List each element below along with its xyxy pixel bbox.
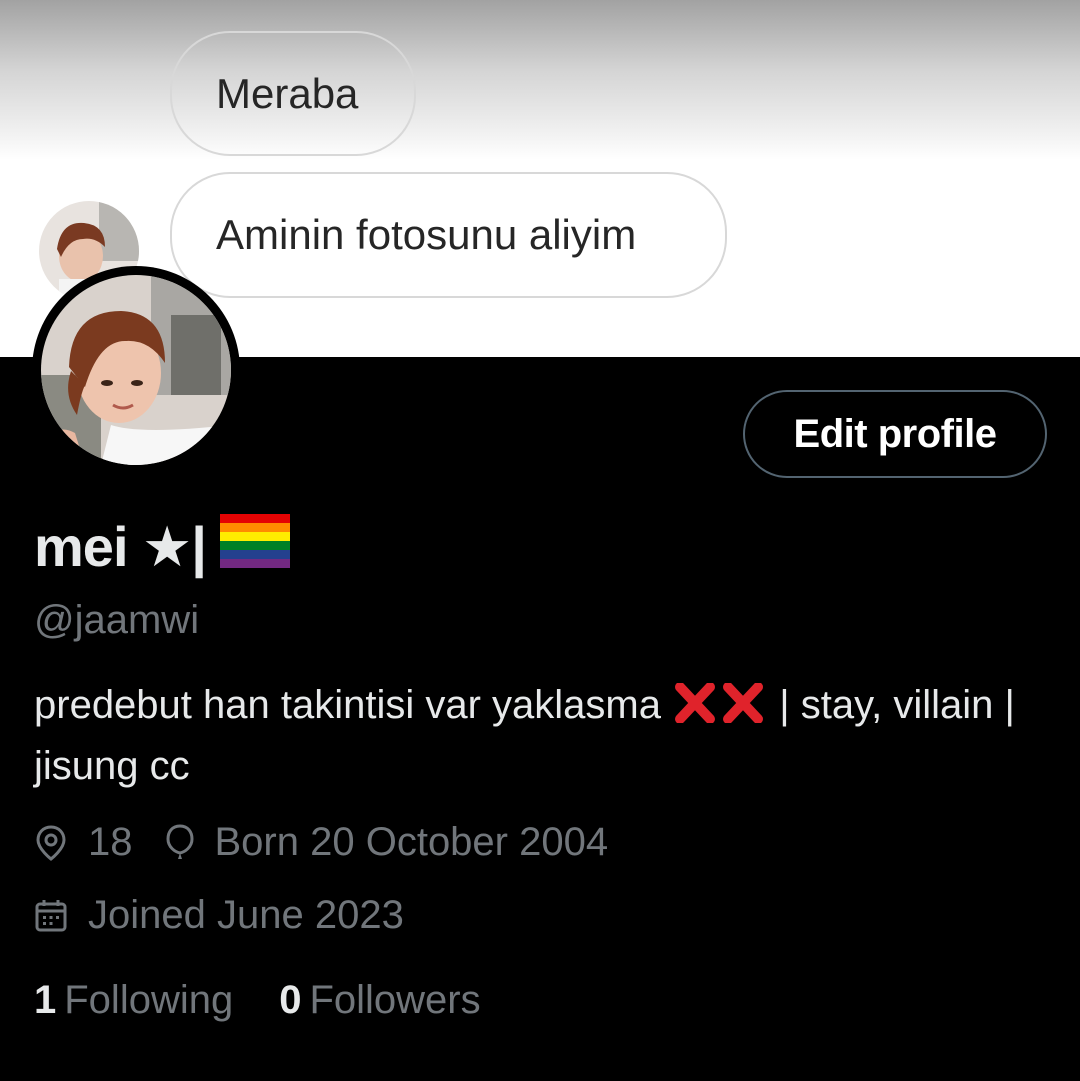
- profile-bio: predebut han takintisi var yaklasma | st…: [34, 677, 1054, 794]
- calendar-icon: [34, 898, 68, 934]
- display-name: mei ★|: [34, 512, 290, 581]
- profile-avatar[interactable]: [32, 266, 240, 474]
- bio-text: predebut han takintisi var yaklasma: [34, 683, 661, 727]
- follow-stats: 1 Following 0 Followers: [34, 978, 481, 1023]
- followers-link[interactable]: 0 Followers: [279, 978, 480, 1023]
- chat-bubble: Aminin fotosunu aliyim: [170, 172, 727, 298]
- balloon-icon: [163, 823, 197, 863]
- following-label: Following: [64, 978, 234, 1022]
- followers-label: Followers: [309, 978, 481, 1022]
- display-name-text: mei ★|: [34, 514, 207, 578]
- edit-profile-label: Edit profile: [793, 411, 997, 456]
- location-icon: [34, 824, 68, 862]
- location-text: 18: [88, 820, 133, 864]
- cross-mark-icon: [720, 682, 766, 738]
- joined-text: Joined June 2023: [88, 893, 404, 937]
- rainbow-flag-icon: [219, 512, 290, 581]
- edit-profile-button[interactable]: Edit profile: [743, 390, 1047, 478]
- following-count: 1: [34, 978, 57, 1022]
- user-handle: @jaamwi: [34, 598, 200, 642]
- following-link[interactable]: 1 Following: [34, 978, 233, 1023]
- profile-meta-row: Joined June 2023: [34, 893, 404, 938]
- cross-mark-icon: [672, 682, 718, 738]
- profile-meta-row: 18 Born 20 October 2004: [34, 820, 608, 865]
- birthday-text: Born 20 October 2004: [214, 820, 609, 864]
- chat-message-text: Meraba: [216, 69, 359, 117]
- chat-bubble: Meraba: [170, 31, 416, 156]
- chat-message-text: Aminin fotosunu aliyim: [216, 211, 637, 258]
- followers-count: 0: [279, 978, 302, 1022]
